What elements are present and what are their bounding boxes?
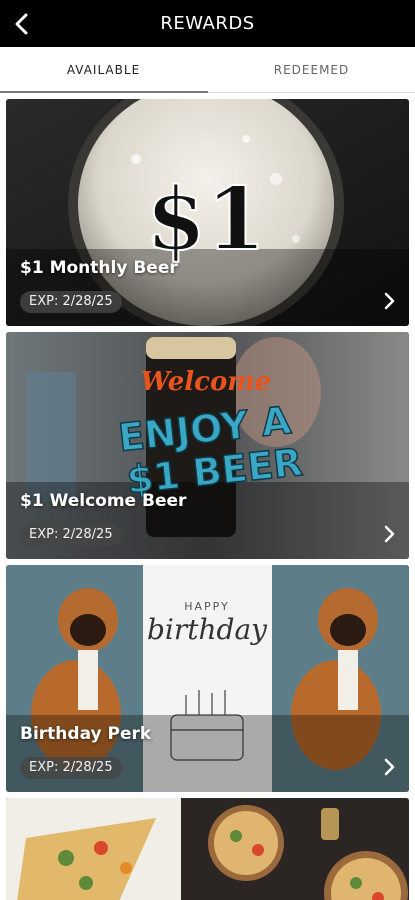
- rewards-tabs: AVAILABLE REDEEMED: [0, 47, 415, 93]
- page-title: REWARDS: [160, 13, 255, 34]
- chevron-right-icon: [384, 525, 395, 543]
- expiration-badge: EXP: 2/28/25: [20, 524, 122, 546]
- reward-title: $1 Welcome Beer: [20, 491, 187, 511]
- top-app-bar: REWARDS: [0, 0, 415, 47]
- chevron-right-icon: [384, 758, 395, 776]
- reward-title: $1 Monthly Beer: [20, 258, 178, 278]
- expiration-badge: EXP: 2/28/25: [20, 757, 122, 779]
- happy-art-text: HAPPY: [184, 600, 230, 613]
- welcome-script-art-text: Welcome: [141, 367, 272, 397]
- chevron-right-icon: [384, 292, 395, 310]
- tab-redeemed[interactable]: REDEEMED: [208, 47, 415, 93]
- tab-available[interactable]: AVAILABLE: [0, 47, 207, 93]
- reward-image-pizza: [6, 798, 409, 900]
- reward-card-pizza[interactable]: [6, 798, 409, 900]
- expiration-badge: EXP: 2/28/25: [20, 291, 122, 313]
- birthday-script-art-text: birthday: [147, 613, 268, 646]
- reward-card-welcome-beer[interactable]: Welcome ENJOY A $1 BEER $1 Welcome Beer …: [6, 332, 409, 559]
- reward-card-monthly-beer[interactable]: $1 $1 Monthly Beer EXP: 2/28/25: [6, 99, 409, 326]
- active-tab-indicator: [0, 91, 208, 93]
- reward-title: Birthday Perk: [20, 724, 152, 744]
- dollar-one-art-text: $1: [146, 169, 266, 270]
- reward-card-birthday[interactable]: HAPPY birthday Birthday Perk EXP: 2/28/2…: [6, 565, 409, 792]
